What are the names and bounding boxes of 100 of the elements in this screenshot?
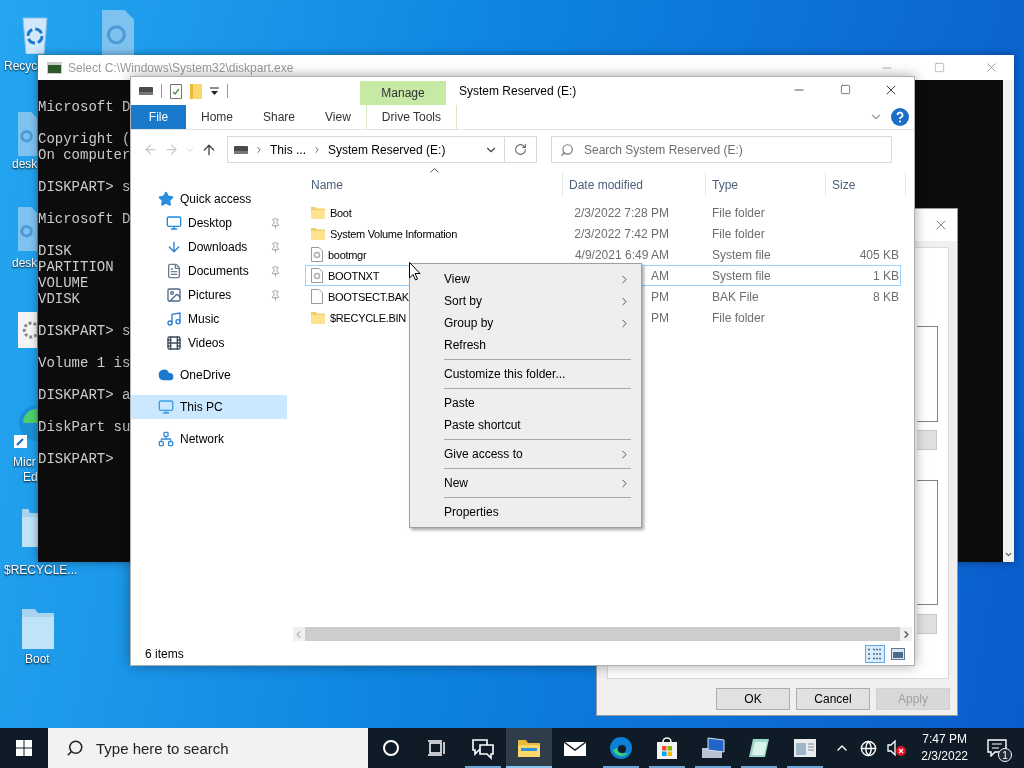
column-header[interactable]: Type (706, 173, 826, 196)
clock[interactable]: 7:47 PM 2/3/2022 (917, 731, 972, 765)
breadcrumb[interactable]: System Reserved (E:) (328, 142, 446, 157)
console-line: VOLUME (38, 275, 89, 291)
search-icon (66, 739, 84, 757)
size-cell-text: 8 KB (872, 289, 899, 304)
window-title: Select C:\Windows\System32\diskpart.exe (68, 60, 294, 75)
taskbar-app[interactable] (506, 728, 552, 768)
type-cell-text: BAK File (711, 289, 760, 304)
nav-item[interactable]: Network (131, 427, 287, 451)
menu-item[interactable]: Refresh (410, 334, 641, 356)
gear-file-icon[interactable] (18, 312, 37, 348)
size-cell-text: 405 KB (858, 247, 899, 262)
icon-label: Ed (23, 470, 38, 484)
menu-item[interactable]: New (410, 472, 641, 494)
date-cell-text: AM (650, 268, 669, 283)
list-box[interactable] (917, 326, 938, 422)
console-line: DISK (38, 243, 72, 259)
chevron-icon (254, 144, 264, 155)
column-header[interactable]: Name (305, 173, 563, 196)
muted-speaker-icon[interactable] (887, 739, 908, 757)
console-line: DISKPART> s (38, 323, 131, 339)
column-header[interactable]: Date modified (563, 173, 706, 196)
icon-label: desk (12, 157, 38, 171)
refresh-button[interactable] (505, 136, 537, 163)
column-header[interactable]: Size (826, 173, 906, 196)
type-cell-text: System file (711, 268, 772, 283)
date-cell-text: PM (650, 289, 669, 304)
folder-icon (517, 738, 541, 758)
window-icon (793, 738, 817, 758)
type-cell-text: System file (711, 247, 772, 262)
nav-item[interactable]: This PC (131, 395, 287, 419)
menu-item[interactable]: Give access to (410, 443, 641, 465)
file-name: Boot (330, 206, 352, 219)
cursor-icon (409, 262, 421, 281)
nav-item[interactable]: Music (131, 307, 287, 331)
vertical-scrollbar[interactable] (1003, 80, 1014, 562)
ribbon-tab[interactable]: Home (186, 105, 248, 129)
music-icon (166, 311, 182, 327)
type-cell-text: File folder (711, 226, 766, 241)
icon-label: Micr (13, 455, 36, 469)
help-icon[interactable] (891, 108, 909, 126)
console-line: VDISK (38, 291, 80, 307)
list-box[interactable] (917, 480, 938, 605)
address-bar[interactable]: This ... System Reserved (E:) (227, 136, 505, 163)
search-field[interactable]: Type here to search (48, 728, 368, 768)
notification-icon[interactable] (987, 739, 1007, 757)
maximize-icon[interactable] (839, 84, 851, 95)
folder-icon (311, 311, 325, 324)
folder-icon (311, 227, 325, 240)
menu-item[interactable]: Sort by (410, 290, 641, 312)
menu-item[interactable]: Group by (410, 312, 641, 334)
nav-item[interactable]: Quick access (131, 187, 287, 211)
scroll-down-icon[interactable] (1004, 550, 1013, 559)
breadcrumb[interactable]: This ... (270, 142, 306, 157)
menu-item[interactable]: Properties (410, 501, 641, 523)
refresh-icon[interactable] (514, 143, 527, 156)
nav-item[interactable]: Downloads (131, 235, 287, 259)
nav-item[interactable]: Videos (131, 331, 287, 355)
search-field[interactable]: Search System Reserved (E:) (551, 136, 892, 163)
nav-item[interactable]: Desktop (131, 211, 287, 235)
type-cell-text: File folder (711, 205, 766, 220)
menu-item[interactable]: Customize this folder... (410, 363, 641, 385)
file-name: $RECYCLE.BIN (330, 311, 406, 324)
videos-icon (166, 335, 182, 351)
desktop-icon (166, 215, 182, 231)
menu-item[interactable]: Paste (410, 392, 641, 414)
drive-icon (234, 145, 248, 154)
nav-item[interactable]: Pictures (131, 283, 287, 307)
scroll-right-icon[interactable] (901, 628, 912, 640)
task-view-icon (427, 740, 447, 756)
system-file-icon (311, 247, 323, 262)
dialog-button[interactable]: OK (716, 688, 790, 710)
chat-icon (470, 736, 496, 760)
icon-label: $RECYCLE... (4, 563, 78, 577)
downloads-icon (166, 239, 182, 255)
chevron-icon (312, 144, 322, 155)
checklist-icon[interactable] (170, 83, 182, 99)
nav-item[interactable]: Documents (131, 259, 287, 283)
envelope-icon (563, 739, 587, 757)
contextual-tab-header[interactable]: Manage (360, 81, 446, 105)
circle-icon (382, 739, 400, 757)
file-name: System Volume Information (330, 227, 457, 240)
console-line: PARTITION (38, 259, 114, 275)
dropdown-icon[interactable] (210, 87, 219, 95)
ribbon-tab[interactable]: Drive Tools (365, 105, 457, 129)
nav-item[interactable]: OneDrive (131, 363, 287, 387)
ribbon-tab[interactable]: File (131, 105, 186, 129)
globe-icon[interactable] (860, 739, 878, 757)
notification-button[interactable]: 1 (982, 734, 1012, 762)
dialog-button[interactable]: Cancel (796, 688, 870, 710)
ribbon-tab[interactable]: View (310, 105, 366, 129)
console-line: Copyright ( (38, 131, 131, 147)
date-cell-text: PM (650, 310, 669, 325)
file-icon (311, 289, 323, 304)
edge-icon (609, 736, 633, 760)
menu-item[interactable]: Paste shortcut (410, 414, 641, 436)
ribbon-tab[interactable]: Share (248, 105, 311, 129)
folder-icon (311, 206, 325, 219)
icon-label: desk (12, 256, 38, 270)
